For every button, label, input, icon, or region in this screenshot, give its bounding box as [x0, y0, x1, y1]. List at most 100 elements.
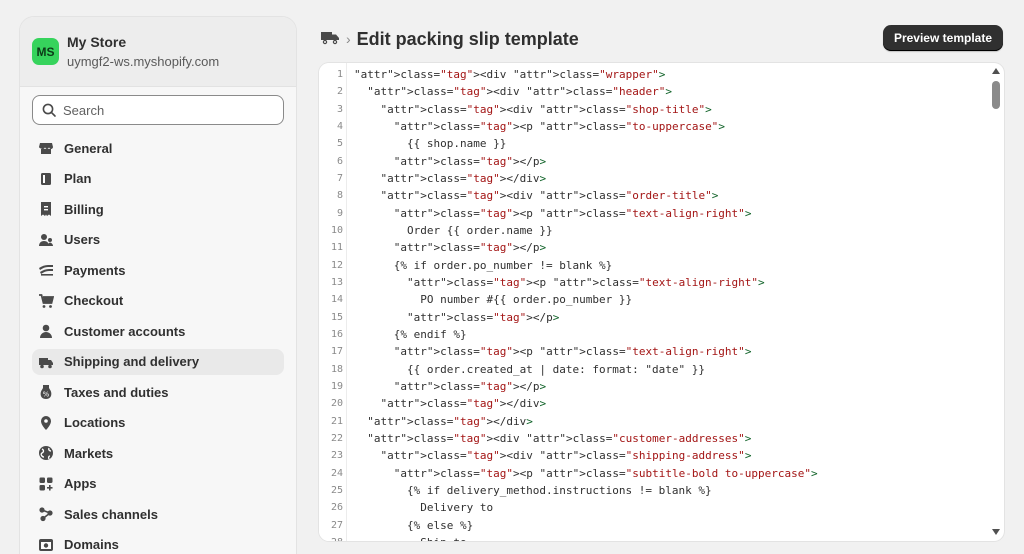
nav-label: Sales channels — [64, 506, 158, 522]
code-text[interactable]: "attr">class="tag"></div> — [354, 415, 533, 428]
code-text[interactable]: {% endif %} — [354, 328, 467, 341]
code-line[interactable]: 18 {{ order.created_at | date: format: "… — [319, 361, 991, 378]
nav-item-locations[interactable]: Locations — [32, 410, 284, 436]
code-text[interactable]: "attr">class="tag"><div "attr">class="sh… — [354, 449, 752, 462]
code-text[interactable]: "attr">class="tag"><p "attr">class="text… — [354, 276, 765, 289]
truck-icon — [38, 354, 54, 370]
nav-item-payments[interactable]: Payments — [32, 257, 284, 283]
code-line[interactable]: 17 "attr">class="tag"><p "attr">class="t… — [319, 343, 991, 360]
users-icon — [38, 232, 54, 248]
code-line[interactable]: 26 Delivery to — [319, 499, 991, 516]
code-line[interactable]: 27 {% else %} — [319, 517, 991, 534]
nav-item-plan[interactable]: Plan — [32, 166, 284, 192]
code-content[interactable]: 1 "attr">class="tag"><div "attr">class="w… — [319, 66, 991, 541]
code-text[interactable]: "attr">class="tag"><p "attr">class="text… — [354, 345, 752, 358]
search-input[interactable] — [63, 102, 273, 118]
nav-item-sales-channels[interactable]: Sales channels — [32, 501, 284, 527]
scroll-up-arrow-icon[interactable] — [992, 68, 1000, 74]
code-line[interactable]: 23 "attr">class="tag"><div "attr">class=… — [319, 447, 991, 464]
nav-item-domains[interactable]: Domains — [32, 532, 284, 554]
code-text[interactable]: "attr">class="tag"><div "attr">class="cu… — [354, 432, 751, 445]
code-line[interactable]: 6 "attr">class="tag"></p> — [319, 153, 991, 170]
code-text[interactable]: "attr">class="tag"></p> — [354, 241, 546, 254]
line-number: 8 — [336, 190, 343, 202]
nav-item-checkout[interactable]: Checkout — [32, 288, 284, 314]
line-number: 11 — [330, 242, 343, 254]
location-icon — [38, 415, 54, 431]
code-line[interactable]: 7 "attr">class="tag"></div> — [319, 170, 991, 187]
code-text[interactable]: {{ order.created_at | date: format: "dat… — [354, 363, 705, 376]
preview-template-button[interactable]: Preview template — [882, 25, 1003, 51]
nav-item-taxes-and-duties[interactable]: % Taxes and duties — [32, 379, 284, 405]
nav-label: General — [64, 140, 113, 156]
code-line[interactable]: 8 "attr">class="tag"><div "attr">class="… — [319, 187, 991, 204]
code-line[interactable]: 11 "attr">class="tag"></p> — [319, 239, 991, 256]
nav-item-users[interactable]: Users — [32, 227, 284, 253]
line-number: 5 — [336, 138, 343, 150]
code-line[interactable]: 10 Order {{ order.name }} — [319, 222, 991, 239]
code-text[interactable]: "attr">class="tag"></div> — [354, 172, 547, 185]
code-text[interactable]: Order {{ order.name }} — [354, 224, 553, 237]
store-info: My Store uymgf2-ws.myshopify.com — [67, 33, 219, 71]
code-line[interactable]: 20 "attr">class="tag"></div> — [319, 395, 991, 412]
code-text[interactable]: "attr">class="tag"></p> — [354, 155, 546, 168]
billing-icon — [38, 201, 54, 217]
code-line[interactable]: 16 {% endif %} — [319, 326, 991, 343]
code-line[interactable]: 5 {{ shop.name }} — [319, 135, 991, 152]
shipping-breadcrumb-link[interactable] — [320, 27, 340, 52]
code-text[interactable]: {{ shop.name }} — [354, 137, 506, 150]
nav-item-apps[interactable]: Apps — [32, 471, 284, 497]
code-text[interactable]: "attr">class="tag"></p> — [354, 311, 559, 324]
code-line[interactable]: 9 "attr">class="tag"><p "attr">class="te… — [319, 205, 991, 222]
code-line[interactable]: 3 "attr">class="tag"><div "attr">class="… — [319, 101, 991, 118]
code-editor[interactable]: 1 "attr">class="tag"><div "attr">class="w… — [319, 63, 1004, 541]
line-number: 25 — [330, 485, 343, 497]
code-text[interactable]: "attr">class="tag"><p "attr">class="text… — [354, 207, 752, 220]
tax-icon: % — [38, 384, 54, 400]
code-line[interactable]: 12 {% if order.po_number != blank %} — [319, 257, 991, 274]
code-text[interactable]: PO number #{{ order.po_number }} — [354, 293, 632, 306]
code-text[interactable]: {% else %} — [354, 519, 473, 532]
code-text[interactable]: "attr">class="tag"><div "attr">class="sh… — [354, 103, 712, 116]
scroll-down-arrow-icon[interactable] — [992, 529, 1000, 535]
line-number: 14 — [330, 294, 343, 306]
editor-scrollbar[interactable] — [988, 63, 1004, 541]
code-text[interactable]: "attr">class="tag"></p> — [354, 380, 546, 393]
code-text[interactable]: Delivery to — [354, 501, 493, 514]
code-text[interactable]: "attr">class="tag"><div "attr">class="wr… — [354, 68, 665, 81]
nav-item-markets[interactable]: Markets — [32, 440, 284, 466]
code-text[interactable]: "attr">class="tag"><div "attr">class="he… — [354, 85, 672, 98]
search-box[interactable] — [32, 95, 284, 125]
code-line[interactable]: 28 Ship to — [319, 534, 991, 541]
nav-item-general[interactable]: General — [32, 135, 284, 161]
scrollbar-thumb[interactable] — [992, 81, 1000, 109]
code-line[interactable]: 1 "attr">class="tag"><div "attr">class="w… — [319, 66, 991, 83]
nav-item-shipping-and-delivery[interactable]: Shipping and delivery — [32, 348, 284, 375]
nav-item-billing[interactable]: Billing — [32, 196, 284, 222]
code-line[interactable]: 22 "attr">class="tag"><div "attr">class=… — [319, 430, 991, 447]
code-line[interactable]: 14 PO number #{{ order.po_number }} — [319, 291, 991, 308]
code-line[interactable]: 2 "attr">class="tag"><div "attr">class="… — [319, 83, 991, 100]
code-text[interactable]: Ship to — [354, 536, 466, 541]
globe-icon — [38, 445, 54, 461]
code-text[interactable]: "attr">class="tag"><p "attr">class="subt… — [354, 467, 818, 480]
truck-icon — [321, 31, 339, 44]
store-url: uymgf2-ws.myshopify.com — [67, 53, 220, 69]
code-line[interactable]: 25 {% if delivery_method.instructions !=… — [319, 482, 991, 499]
code-line[interactable]: 13 "attr">class="tag"><p "attr">class="t… — [319, 274, 991, 291]
code-line[interactable]: 4 "attr">class="tag"><p "attr">class="to… — [319, 118, 991, 135]
code-text[interactable]: {% if delivery_method.instructions != bl… — [354, 484, 712, 497]
nav-label: Users — [64, 232, 101, 247]
code-line[interactable]: 24 "attr">class="tag"><p "attr">class="s… — [319, 465, 991, 482]
nav-item-customer-accounts[interactable]: Customer accounts — [32, 318, 284, 344]
store-header[interactable]: MS My Store uymgf2-ws.myshopify.com — [20, 17, 296, 87]
code-line[interactable]: 19 "attr">class="tag"></p> — [319, 378, 991, 395]
code-text[interactable]: "attr">class="tag"><div "attr">class="or… — [354, 189, 719, 202]
code-line[interactable]: 15 "attr">class="tag"></p> — [319, 309, 991, 326]
nav-label: Billing — [64, 201, 104, 217]
code-text[interactable]: "attr">class="tag"></div> — [354, 397, 547, 410]
code-text[interactable]: {% if order.po_number != blank %} — [354, 259, 613, 272]
code-text[interactable]: "attr">class="tag"><p "attr">class="to-u… — [354, 120, 725, 133]
code-line[interactable]: 21 "attr">class="tag"></div> — [319, 413, 991, 430]
line-number: 22 — [330, 433, 343, 445]
